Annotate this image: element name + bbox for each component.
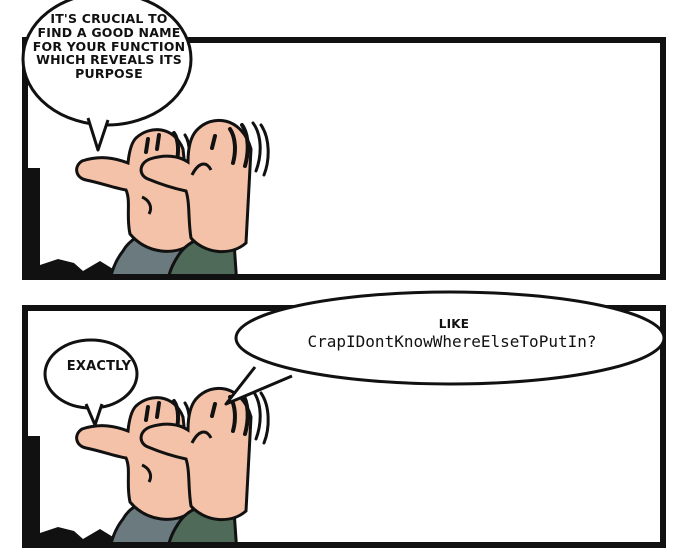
top-bubble-line-5: PURPOSE: [75, 66, 143, 81]
like-text: LIKE: [438, 317, 470, 331]
top-bubble-line-1: IT'S CRUCIAL TO: [50, 11, 168, 26]
comic-page: IT'S CRUCIAL TO FIND A GOOD NAME FOR YOU…: [0, 0, 677, 557]
exactly-text: EXACTLY: [66, 359, 132, 374]
top-bubble-line-2: FIND A GOOD NAME: [37, 24, 181, 40]
top-bubble-text: IT'S CRUCIAL TO FIND A GOOD NAME FOR YOU…: [24, 12, 194, 81]
function-name-text: CrapIDontKnowWhereElseToPutIn?: [307, 332, 597, 351]
top-bubble-line-4: WHICH REVEALS ITS: [36, 52, 182, 68]
top-bubble-line-3: FOR YOUR FUNCTION: [32, 38, 186, 54]
